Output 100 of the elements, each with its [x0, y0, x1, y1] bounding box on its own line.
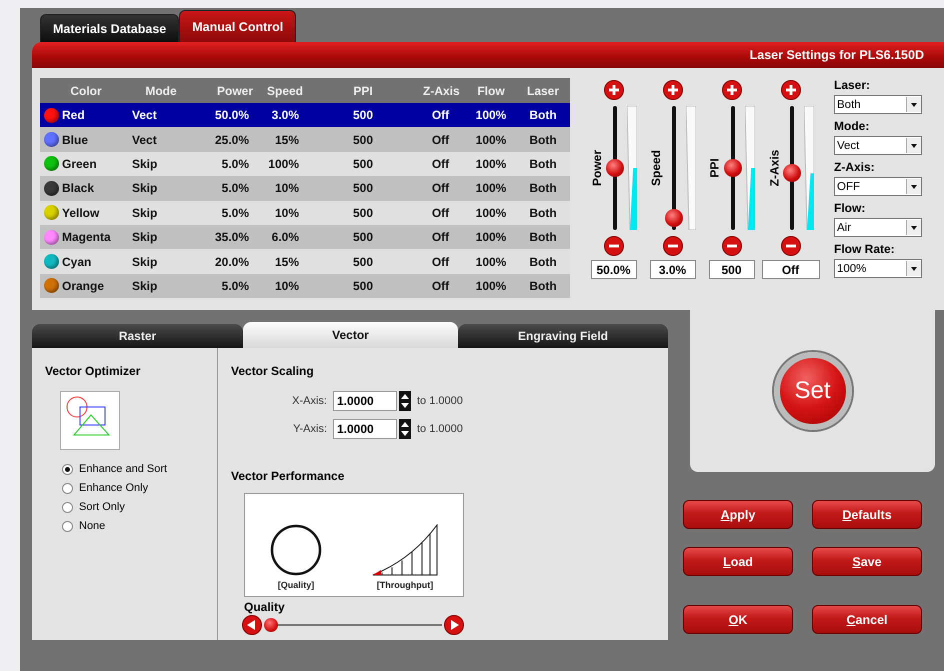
action-button[interactable]: Defaults	[812, 500, 922, 529]
number-field[interactable]: 1.0000	[333, 419, 397, 439]
dropdown[interactable]: 100%	[834, 259, 922, 278]
radio-button[interactable]	[62, 464, 73, 474]
radio-label: Enhance Only	[79, 482, 148, 494]
minus-icon[interactable]	[604, 236, 624, 256]
slider-thumb[interactable]	[606, 159, 624, 177]
action-button[interactable]: Apply	[683, 500, 793, 529]
spinner-icon[interactable]	[399, 419, 411, 439]
table-cell-text: Cyan	[62, 254, 92, 269]
table-cell-text: 35.0%	[214, 230, 250, 244]
value-field[interactable]: 50.0%	[590, 260, 636, 279]
caret-icon	[906, 138, 921, 153]
dropdown[interactable]: Vect	[834, 136, 922, 155]
value-field[interactable]: 500	[708, 260, 754, 279]
table-cell-text: Orange	[62, 278, 106, 293]
dropdown[interactable]: Both	[834, 95, 922, 114]
table-cell-text: 5.0%	[220, 181, 250, 196]
spinner-icon[interactable]	[399, 391, 411, 411]
tab[interactable]: Manual Control	[179, 10, 296, 42]
range-text: to 1.0000	[417, 423, 463, 435]
table-cell-text: 500	[352, 230, 374, 244]
slider-thumb[interactable]	[724, 159, 742, 177]
number-field[interactable]: 1.0000	[333, 391, 397, 411]
table-cell-text: 5.0%	[220, 206, 250, 220]
field-label: X-Axis:	[291, 395, 328, 407]
plus-icon[interactable]	[780, 80, 800, 100]
action-button[interactable]: Load	[683, 547, 793, 576]
slider-label: PPI	[708, 158, 722, 178]
table-cell-text: 100%	[474, 206, 508, 220]
table-cell-text: 10%	[274, 206, 300, 220]
table-cell-text: 100%	[474, 278, 508, 293]
tab[interactable]: Materials Database	[40, 14, 180, 42]
table-cell-text: 500	[352, 278, 374, 293]
dropdown[interactable]: OFF	[834, 177, 922, 196]
plus-icon[interactable]	[722, 80, 742, 100]
table-cell-text: Off	[430, 278, 450, 293]
plus-icon[interactable]	[604, 80, 624, 100]
table-cell-text: Yellow	[62, 206, 100, 220]
column-header: Power	[216, 84, 253, 98]
minus-icon[interactable]	[722, 236, 742, 256]
field-label: Y-Axis:	[292, 423, 328, 435]
slider-label: Quality	[244, 600, 286, 614]
table-cell-text: 100%	[474, 181, 508, 196]
table-cell-text: Skip	[132, 206, 158, 220]
action-button[interactable]: Save	[812, 547, 922, 576]
radio-button[interactable]	[62, 482, 73, 494]
table-row[interactable]: Orange Skip 5.0% 10% 500 Off 100% Both	[40, 274, 570, 298]
ramp-chart-icon	[372, 524, 438, 576]
table-cell-text: Both	[528, 278, 558, 293]
value-field[interactable]: Off	[762, 260, 820, 279]
radio-button[interactable]	[62, 502, 73, 512]
value-field[interactable]: 3.0%	[650, 260, 696, 279]
action-button[interactable]: OK	[683, 605, 793, 634]
table-cell-text: 100%	[474, 254, 508, 269]
slider-thumb[interactable]	[264, 618, 278, 632]
radio-option[interactable]: Enhance and Sort	[62, 462, 217, 476]
table-cell-text: Off	[430, 108, 450, 122]
minus-icon[interactable]	[780, 236, 800, 256]
dropdown[interactable]: Air	[834, 218, 922, 237]
table-cell-text: 5.0%	[220, 278, 250, 293]
radio-option[interactable]: Enhance Only	[62, 481, 217, 495]
slider-track[interactable]	[606, 106, 624, 230]
slider-track[interactable]	[783, 106, 801, 230]
table-row[interactable]: Red Vect 50.0% 3.0% 500 Off 100% Both	[40, 103, 570, 128]
set-button[interactable]: Set	[774, 352, 852, 430]
slider-track[interactable]	[724, 106, 742, 230]
table-row[interactable]: Magenta Skip 35.0% 6.0% 500 Off 100% Both	[40, 224, 570, 250]
dropdown-label: Mode:	[834, 119, 870, 133]
minus-icon[interactable]	[662, 236, 682, 256]
table-cell-text: Skip	[132, 181, 158, 196]
table-cell-text: 500	[352, 206, 374, 220]
radio-option[interactable]: None	[62, 519, 217, 533]
table-cell-text: Black	[62, 181, 96, 196]
table-row[interactable]: Blue Vect 25.0% 15% 500 Off 100% Both	[40, 127, 570, 152]
slider-track[interactable]	[665, 106, 683, 230]
slider-thumb[interactable]	[783, 164, 801, 182]
table-cell-text: 3.0%	[270, 108, 300, 122]
table-cell-text: 5.0%	[220, 156, 250, 171]
action-button[interactable]: Cancel	[812, 605, 922, 634]
table-cell-text: Off	[430, 181, 450, 196]
quality-slider[interactable]	[264, 618, 442, 632]
table-cell-text: Skip	[132, 156, 158, 171]
slider-thumb[interactable]	[665, 208, 683, 227]
table-cell-text: Both	[528, 132, 558, 147]
radio-button[interactable]	[62, 520, 73, 532]
table-cell-text: 500	[352, 254, 374, 269]
tab[interactable]: Engraving Field	[458, 324, 668, 348]
tab[interactable]: Raster	[32, 324, 243, 348]
table-cell-text: Off	[430, 132, 450, 147]
table-cell-text: 500	[352, 108, 374, 122]
radio-option[interactable]: Sort Only	[62, 500, 217, 514]
table-cell-text: 100%	[474, 132, 508, 147]
table-cell-text: Off	[430, 254, 450, 269]
table-row[interactable]: Black Skip 5.0% 10% 500 Off 100% Both	[40, 176, 570, 201]
plus-icon[interactable]	[662, 80, 682, 100]
tab[interactable]: Vector	[243, 322, 458, 348]
radio-label: Enhance and Sort	[79, 463, 168, 475]
table-cell-text: Both	[528, 181, 558, 196]
table-cell-text: Skip	[132, 254, 158, 269]
